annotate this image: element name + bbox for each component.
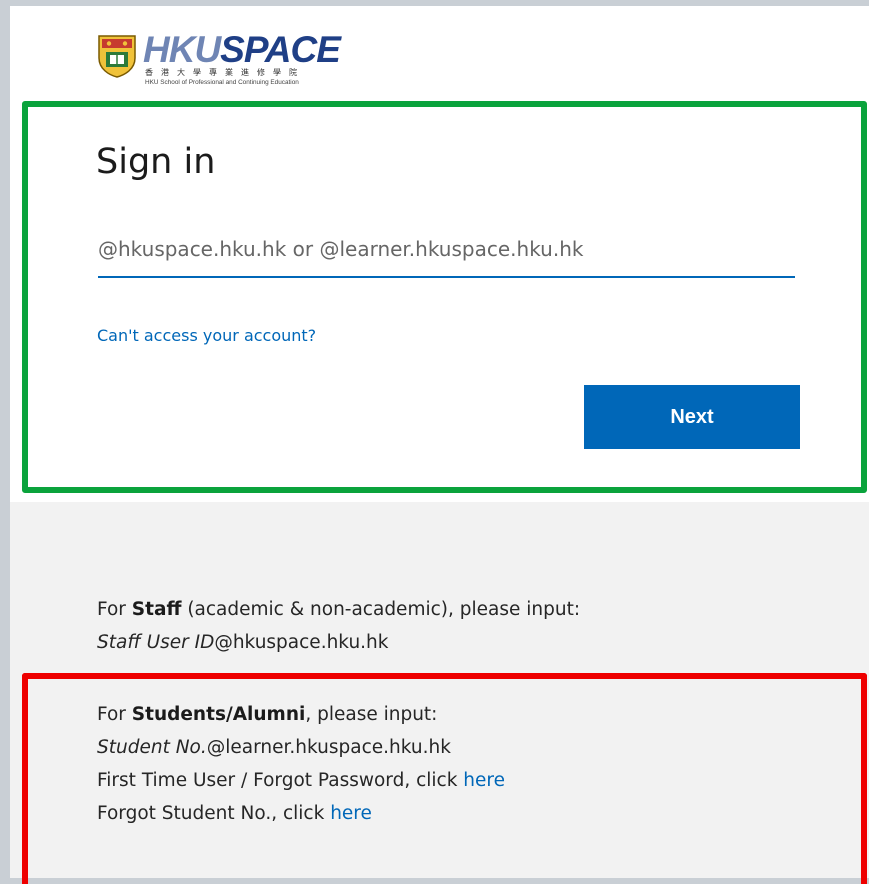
student-instructions: For Students/Alumni, please input: Stude… <box>97 698 505 830</box>
student-line-2: Student No.@learner.hkuspace.hku.hk <box>97 731 505 764</box>
hku-space-logo: HKUSPACE 香港大學專業進修學院 HKU School of Profes… <box>97 30 397 90</box>
student-line-3: First Time User / Forgot Password, click… <box>97 770 505 791</box>
cant-access-account-link[interactable]: Can't access your account? <box>97 324 316 348</box>
staff-line-2: Staff User ID@hkuspace.hku.hk <box>97 626 580 659</box>
next-button[interactable]: Next <box>584 385 800 449</box>
staff-line-1: For Staff (academic & non-academic), ple… <box>97 599 581 620</box>
students-label: Students/Alumni <box>131 704 306 725</box>
staff-instructions: For Staff (academic & non-academic), ple… <box>97 593 580 659</box>
email-field[interactable] <box>98 222 795 278</box>
hku-crest-icon <box>98 35 136 78</box>
student-no-label: Student No. <box>97 737 207 758</box>
first-time-user-link[interactable]: here <box>463 770 505 791</box>
forgot-student-no-link[interactable]: here <box>330 803 372 824</box>
brand-wordmark: HKUSPACE <box>143 29 341 70</box>
logo-chinese-name: 香港大學專業進修學院 <box>145 68 305 77</box>
page-title: Sign in <box>96 142 216 182</box>
student-line-4: Forgot Student No., click here <box>97 803 372 824</box>
staff-id-label: Staff User ID <box>97 632 215 653</box>
brand-space-text: SPACE <box>220 29 341 70</box>
staff-domain: @hkuspace.hku.hk <box>214 632 389 653</box>
logo-english-name: HKU School of Professional and Continuin… <box>145 79 299 86</box>
staff-label: Staff <box>131 599 182 620</box>
student-domain: @learner.hkuspace.hku.hk <box>206 737 451 758</box>
student-line-1: For Students/Alumni, please input: <box>97 704 438 725</box>
brand-hku-text: HKU <box>143 29 221 70</box>
